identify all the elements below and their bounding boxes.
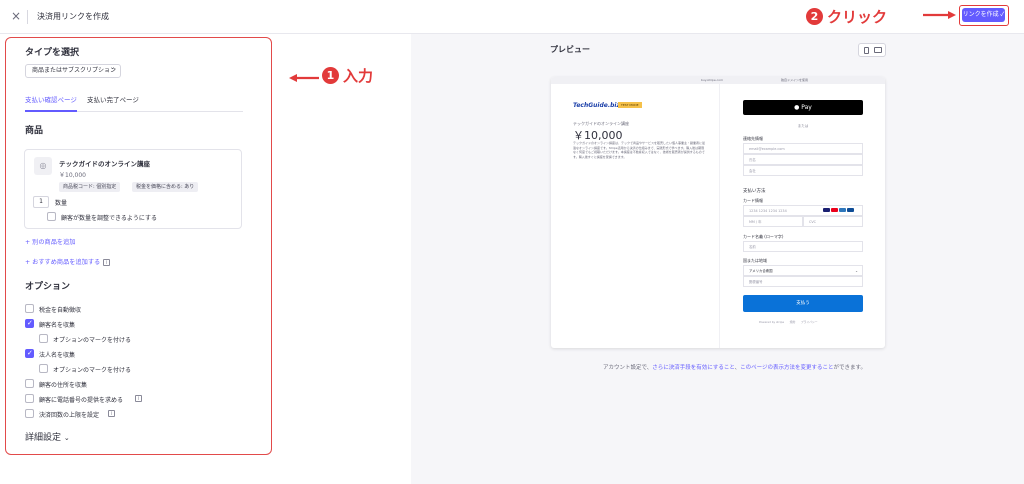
page-display-link[interactable]: このページの表示方法を変更すること [740, 365, 833, 371]
add-recommended-link[interactable]: + おすすめ商品を追加する i [25, 257, 111, 266]
add-recommended-label: + おすすめ商品を追加する [25, 259, 101, 266]
option-label: 法人名を収集 [39, 352, 76, 359]
visa-icon [823, 208, 830, 212]
close-icon[interactable]: × [9, 9, 23, 23]
footnote-prefix: アカウント設定で、 [603, 365, 653, 371]
cardholder-field[interactable]: 名前 [743, 241, 863, 252]
mobile-icon[interactable] [864, 47, 869, 54]
chevron-down-icon: ⌄ [855, 269, 858, 273]
contact-label: 連絡先情報 [743, 136, 763, 141]
product-price: ￥10,000 [59, 172, 86, 179]
jcb-icon [847, 208, 854, 212]
quantity-input[interactable]: 1 [33, 196, 49, 208]
adjust-quantity-label: 顧客が数量を調整できるようにする [61, 215, 157, 222]
option-label: オプションのマークを付ける [53, 367, 132, 374]
product-image-icon: ◎ [34, 157, 52, 175]
info-icon: i [108, 410, 115, 417]
option-checkbox[interactable] [25, 319, 34, 328]
options-heading: オプション [25, 282, 71, 292]
info-icon: i [135, 395, 142, 402]
option-checkbox[interactable] [39, 364, 48, 373]
payment-methods-link[interactable]: さらに決済手段を有効にすること [652, 365, 734, 371]
payment-method-heading: 支払い方法 [743, 189, 766, 194]
arrow-right-icon [923, 11, 956, 19]
products-heading: 商品 [25, 126, 44, 136]
preview-divider [719, 84, 720, 348]
annotation-number-2: 2 [806, 8, 823, 25]
card-info-label: カード情報 [743, 198, 763, 203]
advanced-settings-label: 詳細設定 [25, 433, 62, 443]
footnote-suffix: ができます。 [833, 365, 866, 371]
company-field[interactable]: 会社 [743, 165, 863, 176]
checkout-preview: buy.stripe.com 独自ドメインを使用 TechGuide.biz T… [551, 77, 885, 348]
apple-pay-button[interactable]: ● Pay [743, 100, 863, 115]
option-label: 顧客に電話番号の提供を求める [39, 397, 124, 404]
card-brands [823, 208, 854, 212]
option-label: オプションのマークを付ける [53, 337, 132, 344]
email-field[interactable]: email@example.com [743, 143, 863, 154]
info-icon: i [103, 258, 111, 266]
name-field[interactable]: 氏名 [743, 154, 863, 165]
type-select-value: 商品またはサブスクリプション [32, 67, 117, 74]
type-heading: タイプを選択 [25, 48, 80, 58]
arrow-left-icon [289, 74, 319, 82]
tax-included-tag: 税金を価格に含める: あり [132, 182, 199, 192]
adjust-quantity-checkbox[interactable] [47, 212, 56, 221]
option-label: 顧客名を収集 [39, 322, 76, 329]
country-select[interactable]: アメリカ合衆国 ⌄ [743, 265, 863, 276]
quantity-label: 数量 [55, 200, 68, 207]
option-checkbox[interactable] [25, 304, 34, 313]
custom-domain-label: 独自ドメインを使用 [781, 78, 809, 82]
option-checkbox[interactable] [25, 349, 34, 358]
type-select[interactable]: 商品またはサブスクリプション ⌃ [25, 64, 121, 78]
annotation-click: 2 クリック [806, 6, 887, 27]
tab-completion[interactable]: 支払い完了ページ [87, 94, 139, 104]
preview-heading: プレビュー [550, 45, 590, 54]
option-label: 決済回数の上限を設定 [39, 412, 100, 419]
tab-confirmation[interactable]: 支払い確認ページ [25, 94, 77, 112]
option-checkbox[interactable] [25, 409, 34, 418]
option-checkbox[interactable] [39, 334, 48, 343]
country-label: 国または地域 [743, 258, 767, 263]
desktop-icon[interactable] [874, 47, 882, 53]
divider [27, 10, 28, 24]
annotation-number-1: 1 [322, 67, 339, 84]
page-title: 決済用リンクを作成 [37, 12, 109, 21]
product-name: テックガイドのオンライン講座 [59, 160, 150, 168]
brand-logo: TechGuide.biz [573, 102, 620, 109]
expiry-field[interactable]: MM / 年 [743, 216, 803, 227]
cardholder-label: カード名義 (ローマ字) [743, 234, 784, 239]
page-tabs: 支払い確認ページ 支払い完了ページ [25, 94, 243, 112]
annotation-input-label: 入力 [343, 67, 374, 85]
mastercard-icon [831, 208, 838, 212]
apple-pay-label: Pay [799, 104, 812, 111]
cvc-field[interactable]: CVC [803, 216, 863, 227]
highlight-box: リンクを作成 ✓ [959, 5, 1009, 26]
option-label: 顧客の住所を収集 [39, 382, 88, 389]
amex-icon [839, 208, 846, 212]
chevron-down-icon: ⌄ [63, 434, 70, 442]
create-link-button[interactable]: リンクを作成 ✓ [962, 8, 1005, 22]
settings-panel: タイプを選択 商品またはサブスクリプション ⌃ 支払い確認ページ 支払い完了ペー… [5, 37, 272, 455]
test-mode-badge: TEST MODE [618, 102, 642, 108]
advanced-settings[interactable]: 詳細設定 ⌄ [25, 430, 70, 443]
product-card: ◎ テックガイドのオンライン講座 ￥10,000 商品税コード: 個別指定 税金… [24, 149, 242, 229]
preview-description: テックガイドのオンライン講座は、テックで商品やサービスを販売したい個人事業主・副… [573, 141, 706, 159]
country-value: アメリカ合衆国 [749, 269, 773, 273]
or-divider: または [797, 124, 809, 128]
preview-url: buy.stripe.com [701, 78, 724, 82]
option-checkbox[interactable] [25, 379, 34, 388]
option-checkbox[interactable] [25, 394, 34, 403]
option-label: 税金を自動徴収 [39, 307, 82, 314]
zip-field[interactable]: 郵便番号 [743, 276, 863, 287]
device-toggle [858, 43, 886, 57]
tax-code-tag: 商品税コード: 個別指定 [59, 182, 121, 192]
preview-footer: Powered by stripe 規約 プライバシー [759, 320, 818, 324]
add-product-link[interactable]: + 別の商品を追加 [25, 237, 75, 246]
chevron-updown-icon: ⌃ [110, 67, 116, 74]
pay-button[interactable]: 支払う [743, 295, 863, 312]
annotation-click-label: クリック [827, 8, 888, 26]
